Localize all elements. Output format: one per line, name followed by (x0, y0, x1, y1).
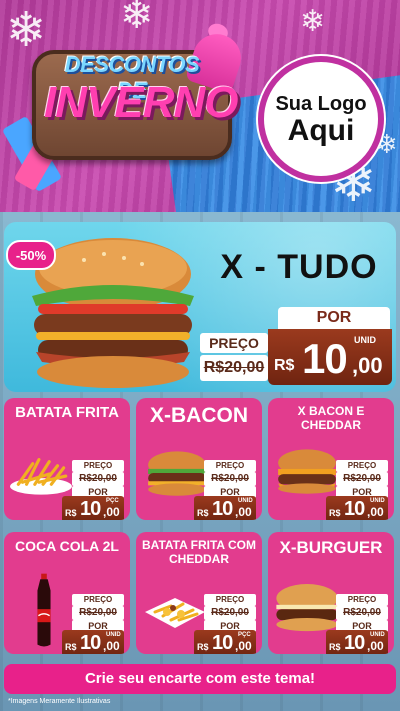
logo-placeholder: Sua Logo Aqui (258, 56, 384, 182)
old-price: R$20,00 (204, 606, 256, 620)
product-card: X BACON E CHEDDAR PREÇO R$20,00 POR R$ 10,00 U… (268, 398, 394, 520)
product-name: COCA COLA 2L (15, 538, 119, 554)
product-name: X-BACON (150, 404, 248, 427)
product-card: BATATA FRITA COM CHEDDAR PREÇO R$20,00 POR R… (136, 532, 262, 654)
product-card: BATATA FRITA PREÇO R$20,00 POR R$ 10,00 PÇC (4, 398, 130, 520)
product-card: X-BURGUER PREÇO R$20,00 POR R$ 10,00 UNID (268, 532, 394, 654)
hero-product-name: X - TUDO (220, 248, 378, 286)
product-image (8, 452, 74, 496)
price-int: 10 (80, 632, 101, 654)
currency: R$ (329, 508, 341, 518)
price-tag: R$ 10,00 UNID (326, 496, 388, 520)
unit-label: UNID (238, 498, 253, 504)
price-dec: ,00 (367, 505, 384, 519)
preco-label: PREÇO (72, 594, 124, 606)
unit-label: UNID (106, 632, 121, 638)
product-card: COCA COLA 2L PREÇO R$20,00 POR R$ 10,00 UNID (4, 532, 130, 654)
price-int: 10 (80, 498, 101, 520)
hero-old-price-value: R$20,00 (203, 359, 265, 376)
hero-price-tag: R$ 10 ,00 UNID (268, 329, 392, 385)
currency: R$ (329, 642, 341, 652)
discount-badge: -50% (6, 240, 56, 270)
product-image (144, 450, 210, 496)
logo-text-line1: Sua Logo (275, 92, 367, 115)
price-dec: ,00 (103, 639, 120, 653)
hero-por-label: POR (278, 307, 390, 329)
currency: R$ (65, 642, 77, 652)
logo-text-line2: Aqui (287, 113, 355, 147)
old-price-value: R$20,00 (211, 607, 249, 618)
price-dec: ,00 (235, 639, 252, 653)
price-tag: R$ 10,00 UNID (326, 630, 388, 654)
hero-unit: UNID (354, 335, 376, 345)
flyer: ❄ ❄ ❄ ❄ ❄ DESCONTOS DE INVERNO Sua Logo … (0, 0, 400, 711)
currency: R$ (197, 642, 209, 652)
price-int: 10 (344, 498, 365, 520)
old-price-value: R$20,00 (79, 607, 117, 618)
old-price-value: R$20,00 (343, 473, 381, 484)
price-dec: ,00 (103, 505, 120, 519)
snowflake-icon: ❄ (300, 4, 326, 39)
hero-price-dec: ,00 (352, 353, 383, 378)
title-line2: INVERNO (44, 78, 238, 127)
snowflake-icon: ❄ (6, 2, 47, 58)
old-price: R$20,00 (336, 606, 388, 620)
old-price: R$20,00 (72, 472, 124, 486)
product-name: X BACON E CHEDDAR (297, 404, 365, 432)
old-price-value: R$20,00 (211, 473, 249, 484)
product-name: X-BURGUER (279, 538, 383, 557)
old-price-value: R$20,00 (343, 607, 381, 618)
snowflake-icon: ❄ (120, 0, 154, 38)
preco-label: PREÇO (72, 460, 124, 472)
unit-label: UNID (370, 632, 385, 638)
old-price: R$20,00 (204, 472, 256, 486)
price-tag: R$ 10,00 UNID (194, 496, 256, 520)
price-tag: R$ 10,00 UNID (62, 630, 124, 654)
currency: R$ (65, 508, 77, 518)
price-tag: R$ 10,00 PÇC (62, 496, 124, 520)
unit-label: PÇC (238, 632, 251, 638)
preco-label: PREÇO (204, 460, 256, 472)
hero-old-price: R$20,00 (200, 355, 268, 381)
preco-label: PREÇO (336, 594, 388, 606)
product-image (272, 582, 342, 632)
hero-currency: R$ (274, 357, 295, 374)
price-dec: ,00 (235, 505, 252, 519)
old-price: R$20,00 (72, 606, 124, 620)
price-int: 10 (212, 498, 233, 520)
hero-price-int: 10 (302, 335, 348, 382)
price-int: 10 (344, 632, 365, 654)
old-price: R$20,00 (336, 472, 388, 486)
cta-banner[interactable]: Crie seu encarte com este tema! (4, 664, 396, 694)
product-image (274, 446, 340, 496)
product-name: BATATA FRITA (15, 404, 119, 421)
product-name: BATATA FRITA COM CHEDDAR (142, 538, 256, 566)
unit-label: PÇC (106, 498, 119, 504)
product-image (142, 592, 208, 632)
unit-label: UNID (370, 498, 385, 504)
price-tag: R$ 10,00 PÇC (194, 630, 256, 654)
currency: R$ (197, 508, 209, 518)
preco-label: PREÇO (336, 460, 388, 472)
price-dec: ,00 (367, 639, 384, 653)
disclaimer: *Imagens Meramente Ilustrativas (8, 698, 111, 705)
preco-label: PREÇO (204, 594, 256, 606)
product-image (30, 570, 58, 652)
old-price-value: R$20,00 (79, 473, 117, 484)
price-int: 10 (212, 632, 233, 654)
product-card: X-BACON PREÇO R$20,00 POR R$ 10,00 UNID (136, 398, 262, 520)
hero-preco-label: PREÇO (200, 333, 268, 353)
